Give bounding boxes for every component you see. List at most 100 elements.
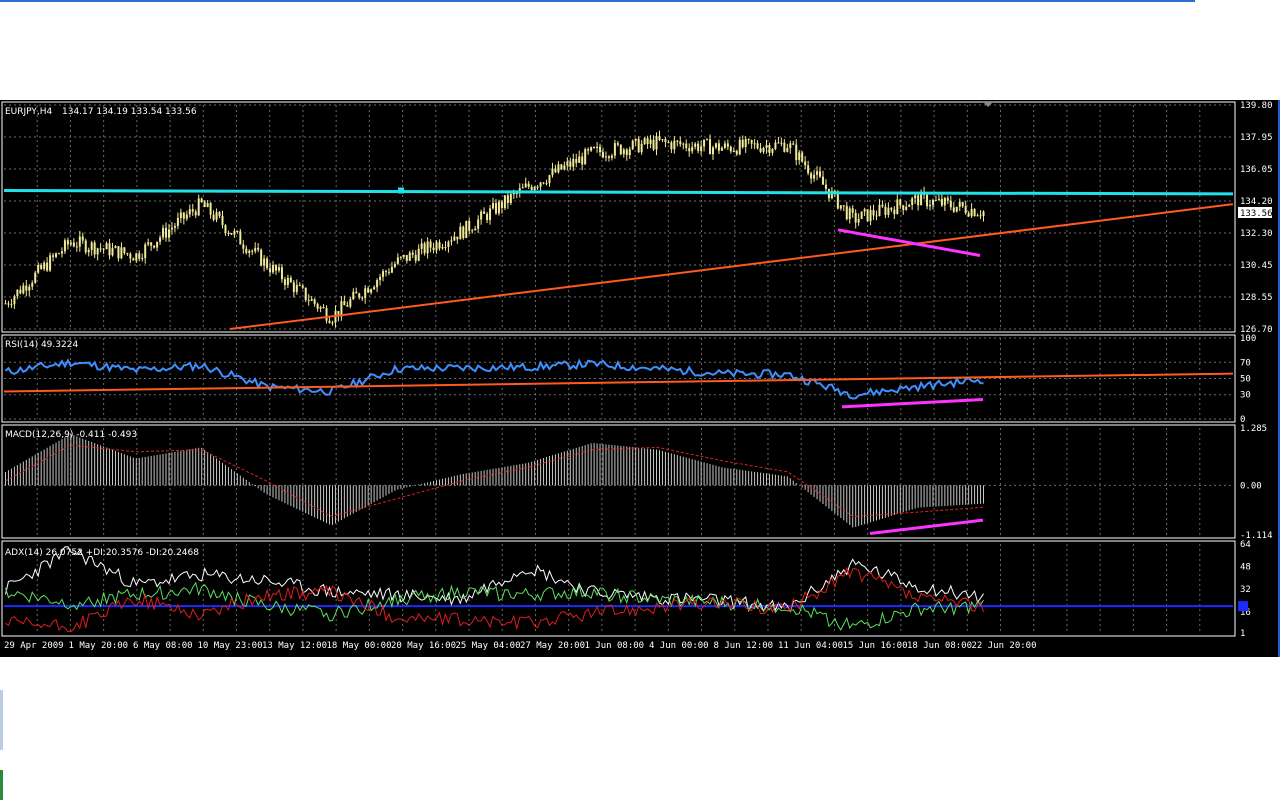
- candle-body: [869, 209, 872, 222]
- candle-body: [783, 142, 786, 152]
- candle-body: [542, 182, 545, 184]
- candle-body: [911, 198, 914, 206]
- candle-body: [387, 271, 390, 273]
- candle-body: [480, 211, 483, 220]
- candle-body: [890, 207, 893, 210]
- candle-body: [28, 286, 31, 291]
- candle-body: [176, 217, 179, 227]
- candle-body: [723, 143, 726, 148]
- candle-body: [813, 174, 816, 179]
- candle-body: [545, 183, 548, 185]
- candle-body: [10, 304, 13, 306]
- candle-body: [462, 226, 465, 239]
- candle-body: [25, 285, 28, 291]
- candle-body: [842, 205, 845, 207]
- candle-body: [382, 271, 385, 277]
- candle-body: [771, 148, 774, 153]
- candle-body: [49, 255, 52, 271]
- candle-body: [444, 246, 447, 248]
- candle-body: [905, 206, 908, 210]
- candle-body: [328, 320, 331, 324]
- candle-body: [676, 140, 679, 142]
- candle-body: [239, 231, 242, 245]
- candle-body: [539, 182, 542, 187]
- time-tick-label: 18 Jun 08:00: [907, 641, 972, 651]
- candle-body: [283, 279, 286, 285]
- candle-body: [509, 194, 512, 204]
- candle-body: [233, 231, 236, 235]
- candle-body: [602, 152, 605, 158]
- candle-body: [500, 201, 503, 209]
- candle-body: [447, 241, 450, 247]
- candle-body: [141, 258, 144, 260]
- rsi-trendline: [3, 372, 1234, 393]
- candle-body: [759, 148, 762, 152]
- candle-body: [182, 212, 185, 219]
- candle-body: [578, 156, 581, 163]
- candle-body: [477, 219, 480, 229]
- price-tick-label: 134.20: [1240, 197, 1273, 207]
- candle-body: [569, 161, 572, 167]
- candle-body: [804, 161, 807, 166]
- candle-body: [774, 142, 777, 149]
- candle-body: [396, 257, 399, 264]
- candle-body: [319, 307, 322, 309]
- rsi-header: RSI(14) 49.3224: [5, 340, 78, 350]
- candle-body: [881, 204, 884, 207]
- candle-body: [714, 143, 717, 148]
- candle-body: [572, 158, 575, 167]
- chart-window[interactable]: EURJPY,H4 134.17 134.19 133.54 133.56 RS…: [0, 100, 1280, 657]
- candle-body: [958, 202, 961, 207]
- candle-body: [417, 248, 420, 261]
- chart-canvas[interactable]: EURJPY,H4 134.17 134.19 133.54 133.56 RS…: [0, 100, 1278, 657]
- candle-body: [248, 250, 251, 253]
- macd-tick-label: 0.00: [1240, 481, 1262, 491]
- candle-body: [411, 252, 414, 255]
- candle-body: [949, 200, 952, 208]
- candle-body: [432, 247, 435, 250]
- candle-body: [16, 289, 19, 297]
- candle-body: [450, 240, 453, 242]
- adx-tick-label: 48: [1240, 563, 1251, 573]
- candle-body: [224, 225, 227, 233]
- candle-body: [361, 297, 364, 299]
- candle-body: [506, 195, 509, 204]
- candle-body: [43, 262, 46, 269]
- candle-body: [717, 143, 720, 151]
- candle-body: [619, 144, 622, 155]
- candle-body: [355, 291, 358, 294]
- price-tick-label: 137.95: [1240, 133, 1273, 143]
- candle-body: [634, 138, 637, 141]
- candle-body: [57, 253, 60, 255]
- candle-body: [584, 149, 587, 165]
- candle-body: [40, 265, 43, 269]
- candle-body: [81, 236, 84, 241]
- candle-body: [269, 268, 272, 273]
- candle-body: [673, 140, 676, 150]
- price-tick-label: 130.45: [1240, 261, 1273, 271]
- candle-body: [685, 143, 688, 149]
- candle-body: [735, 150, 738, 155]
- candle-body: [613, 143, 616, 156]
- candle-body: [465, 220, 468, 239]
- candle-body: [976, 215, 979, 217]
- candle-body: [914, 195, 917, 199]
- candle-body: [741, 139, 744, 148]
- candle-body: [893, 209, 896, 215]
- candle-body: [596, 146, 599, 148]
- candle-body: [289, 277, 292, 283]
- candle-body: [292, 282, 295, 292]
- candle-body: [940, 198, 943, 206]
- candle-body: [682, 143, 685, 145]
- candle-body: [902, 205, 905, 210]
- macd-tick-label: 1.285: [1240, 424, 1267, 434]
- candle-body: [536, 186, 539, 188]
- candle-body: [866, 209, 869, 222]
- candle-body: [664, 139, 667, 143]
- candle-body: [236, 231, 239, 233]
- candle-body: [780, 142, 783, 144]
- candle-body: [587, 149, 590, 151]
- candle-body: [961, 202, 964, 207]
- candle-body: [486, 213, 489, 221]
- candle-body: [765, 145, 768, 148]
